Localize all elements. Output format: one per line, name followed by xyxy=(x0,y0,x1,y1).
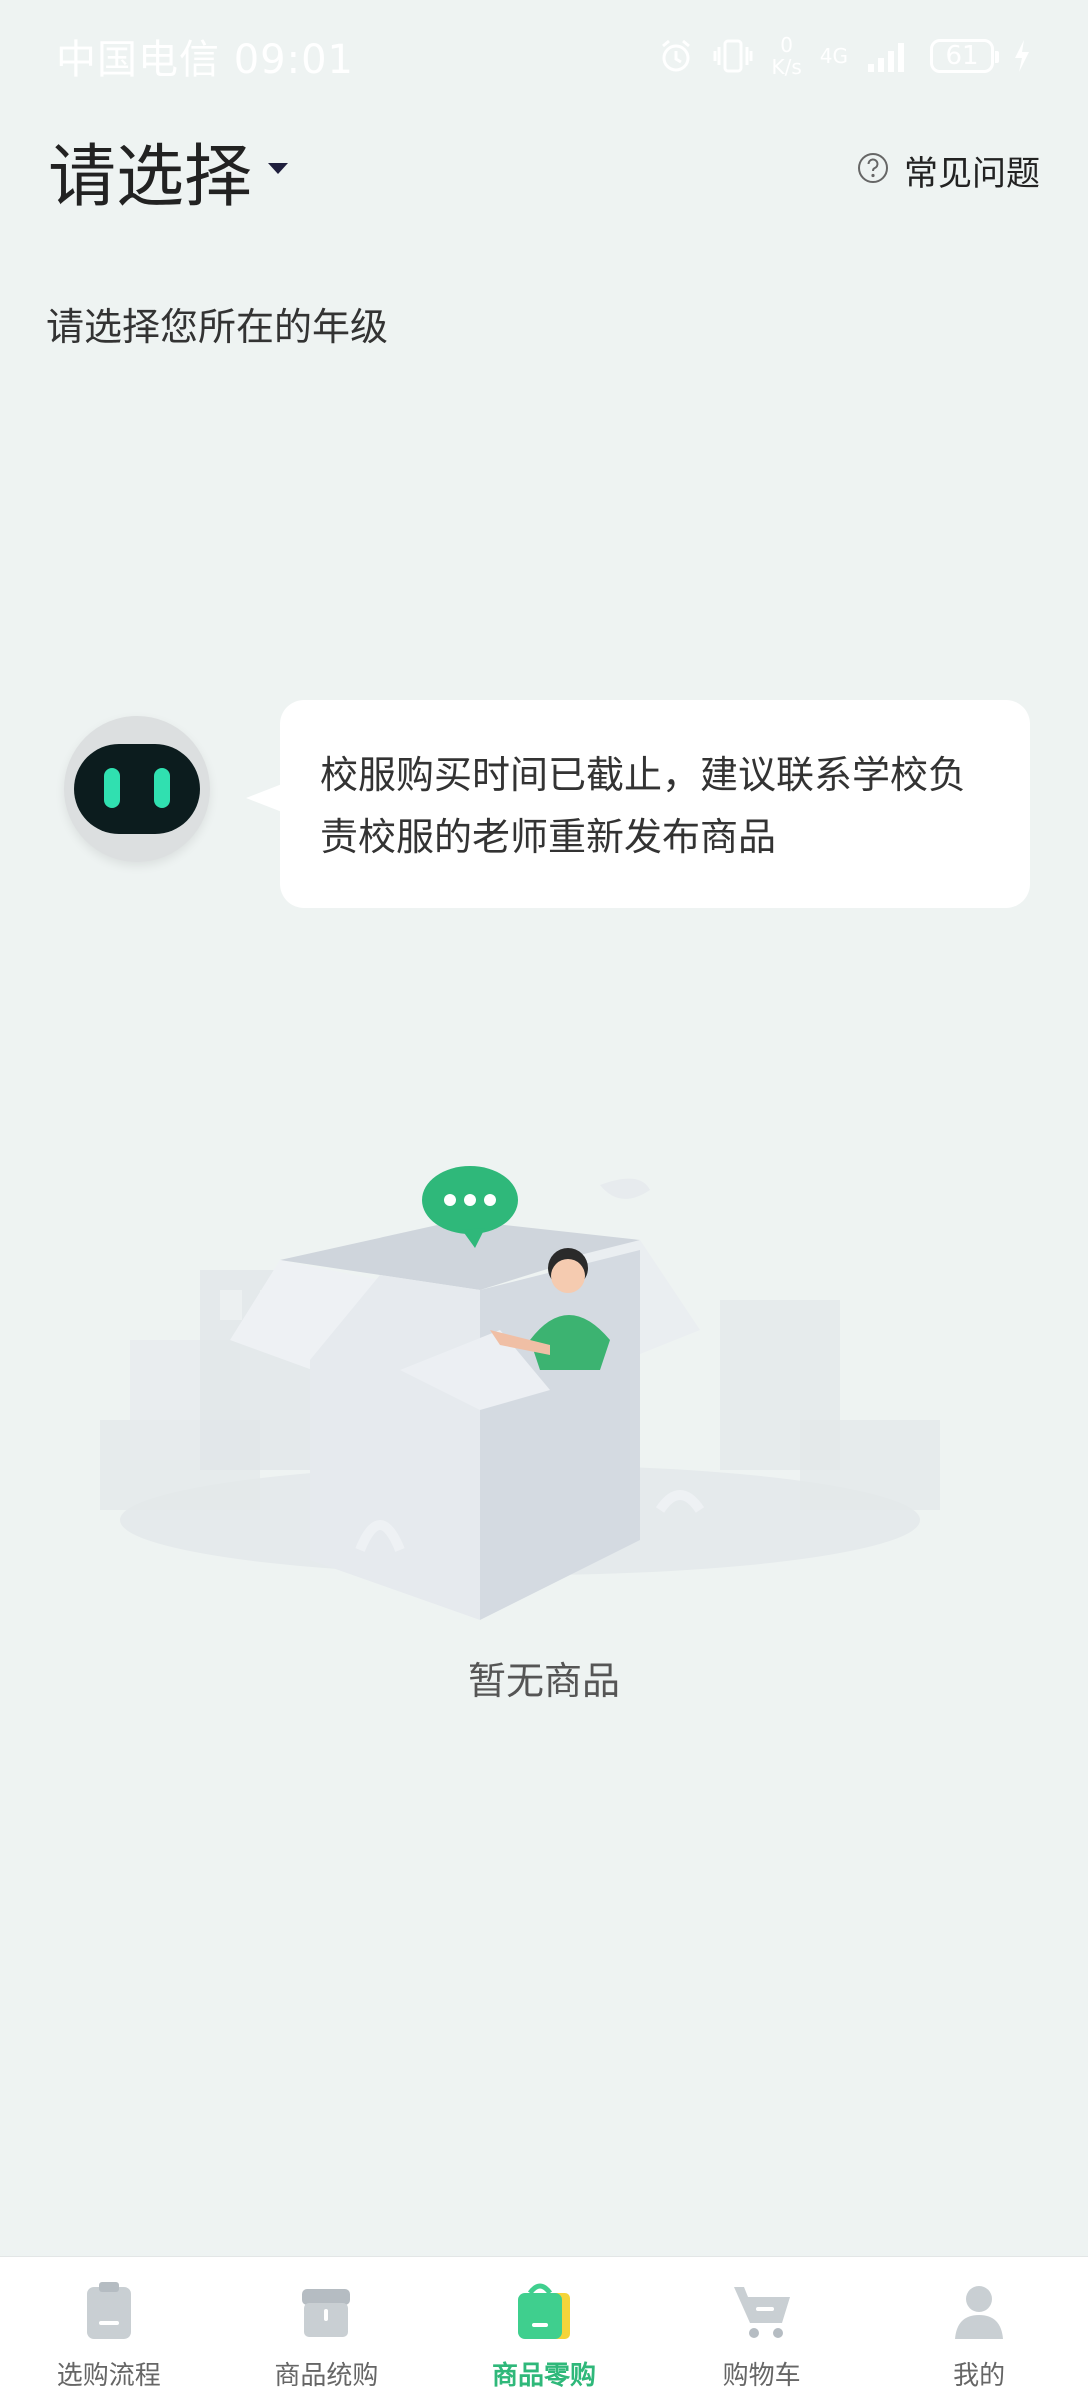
grade-selector[interactable]: 请选择 xyxy=(48,121,290,220)
tab-retail-purchase[interactable]: 商品零购 xyxy=(435,2257,653,2401)
faq-label: 常见问题 xyxy=(904,153,1040,194)
status-bar: 中国电信 09:01 0 K/s 4G 61 xyxy=(0,0,1088,112)
message-bubble: 校服购买时间已截止，建议联系学校负责校服的老师重新发布商品 xyxy=(246,700,1030,908)
page-title: 请选择 xyxy=(48,137,253,217)
vibrate-icon xyxy=(713,37,753,75)
page-header: 请选择 常见问题 xyxy=(48,120,1040,220)
store-icon xyxy=(302,2289,351,2337)
user-icon xyxy=(955,2286,1004,2339)
status-icons: 0 K/s 4G 61 xyxy=(657,34,1032,78)
bottom-tab-bar: 选购流程 商品统购 商品零购 购物车 我的 xyxy=(0,2256,1088,2401)
tab-cart[interactable]: 购物车 xyxy=(653,2257,871,2401)
tab-label: 我的 xyxy=(953,2361,1006,2391)
battery-level: 61 xyxy=(945,41,979,71)
tab-label: 商品零购 xyxy=(491,2361,596,2391)
tab-label: 商品统购 xyxy=(274,2361,379,2391)
help-icon xyxy=(856,151,890,189)
robot-eye-right xyxy=(154,768,170,808)
network-speed-value: 0 xyxy=(780,33,793,57)
cart-icon xyxy=(733,2287,790,2338)
robot-face xyxy=(74,744,200,834)
message-text: 校服购买时间已截止，建议联系学校负责校服的老师重新发布商品 xyxy=(320,753,967,859)
signal-icon xyxy=(866,38,912,74)
tab-purchase-process[interactable]: 选购流程 xyxy=(0,2257,218,2401)
faq-button[interactable]: 常见问题 xyxy=(856,146,1040,195)
empty-box-illustration xyxy=(100,1166,940,1620)
network-type: 4G xyxy=(820,45,848,67)
carrier-time: 中国电信 09:01 xyxy=(56,37,354,83)
shopping-bag-icon xyxy=(517,2283,570,2339)
tab-mine[interactable]: 我的 xyxy=(870,2257,1088,2401)
network-speed: 0 K/s xyxy=(771,34,801,78)
tab-label: 选购流程 xyxy=(56,2361,161,2391)
caret-down-icon xyxy=(266,160,290,180)
robot-avatar-icon xyxy=(64,716,210,862)
alarm-icon xyxy=(657,37,695,75)
charging-icon xyxy=(1012,38,1032,74)
bot-message-row: 校服购买时间已截止，建议联系学校负责校服的老师重新发布商品 xyxy=(64,700,1030,910)
battery-icon: 61 xyxy=(930,39,999,73)
empty-state-text: 暂无商品 xyxy=(467,1659,620,1703)
clipboard-icon xyxy=(86,2282,131,2339)
tab-label: 购物车 xyxy=(722,2361,801,2391)
grade-prompt: 请选择您所在的年级 xyxy=(46,305,389,349)
network-type-label: 4G xyxy=(819,44,848,68)
tab-group-purchase[interactable]: 商品统购 xyxy=(218,2257,436,2401)
robot-eye-left xyxy=(104,768,120,808)
network-speed-unit: K/s xyxy=(771,55,802,79)
